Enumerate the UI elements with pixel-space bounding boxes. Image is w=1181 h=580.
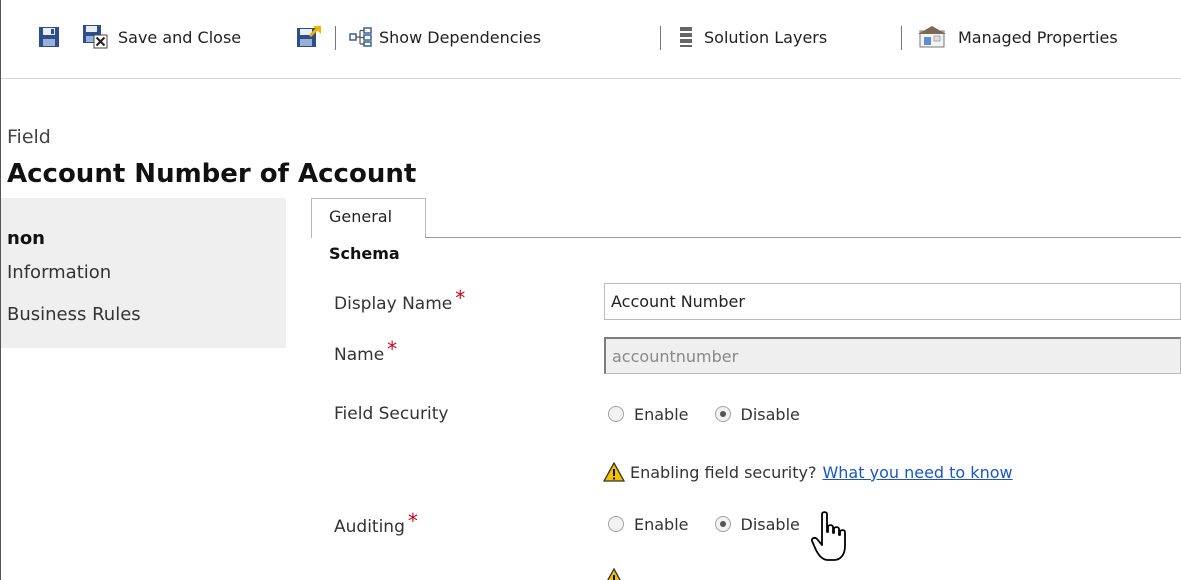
field-security-warning: Enabling field security? What you need t… — [603, 460, 1013, 484]
managed-properties-label: Managed Properties — [958, 27, 1118, 47]
show-dependencies-label: Show Dependencies — [379, 27, 542, 47]
tab-general-label: General — [329, 207, 393, 226]
nav-item-business-rules[interactable]: Business Rules — [7, 304, 141, 325]
auditing-label-text: Auditing — [334, 517, 405, 537]
left-navigation: non Information Business Rules — [1, 198, 286, 348]
save-and-close-button[interactable]: Save and Close — [82, 24, 241, 50]
dependencies-icon — [349, 27, 372, 47]
toolbar-separator — [335, 26, 336, 50]
nav-item-information[interactable]: Information — [7, 262, 111, 283]
entity-type-label: Field — [7, 126, 51, 148]
field-security-disable-radio[interactable] — [714, 406, 731, 422]
section-title: Schema — [329, 244, 400, 263]
what-you-need-to-know-link[interactable]: What you need to know — [822, 463, 1012, 482]
name-input[interactable] — [604, 337, 1181, 374]
auditing-warning-partial — [603, 568, 625, 580]
tab-underline — [425, 237, 1181, 238]
save-and-close-label: Save and Close — [118, 27, 242, 47]
display-name-input[interactable] — [604, 283, 1181, 320]
required-indicator: * — [407, 509, 418, 533]
auditing-enable-radio[interactable] — [608, 516, 624, 532]
display-name-label: Display Name * — [334, 286, 465, 314]
name-label-text: Name — [334, 345, 385, 365]
window-left-border — [0, 0, 1, 580]
managed-properties-icon — [918, 26, 946, 48]
solution-layers-icon — [680, 27, 692, 47]
field-security-enable-radio[interactable] — [608, 406, 624, 422]
name-label: Name * — [334, 337, 397, 365]
nav-item-common[interactable]: non — [7, 228, 45, 249]
auditing-enable-label[interactable]: Enable — [634, 515, 689, 534]
save-icon — [39, 27, 59, 47]
auditing-label: Auditing * — [334, 509, 418, 537]
page-title: Account Number of Account — [7, 159, 417, 189]
save-button[interactable] — [38, 24, 60, 50]
field-security-enable-label[interactable]: Enable — [634, 405, 689, 424]
display-name-label-text: Display Name — [334, 294, 453, 314]
managed-properties-button[interactable]: Managed Properties — [918, 24, 1118, 50]
solution-layers-button[interactable]: Solution Layers — [679, 24, 827, 50]
required-indicator: * — [455, 286, 466, 310]
save-and-close-icon — [83, 25, 108, 49]
save-and-publish-icon — [297, 26, 321, 47]
auditing-disable-label[interactable]: Disable — [741, 515, 800, 534]
warning-icon — [603, 462, 625, 482]
field-security-label: Field Security — [334, 404, 449, 424]
show-dependencies-button[interactable]: Show Dependencies — [349, 24, 541, 50]
warning-icon — [607, 568, 621, 580]
warning-text: Enabling field security? — [630, 462, 817, 482]
radio-selected-dot — [719, 411, 726, 417]
save-and-publish-button[interactable] — [296, 24, 322, 50]
command-bar: Save and Close Show Dependencies Solutio… — [0, 0, 1181, 79]
field-security-radio-group: Enable Disable — [608, 402, 826, 426]
field-security-disable-label[interactable]: Disable — [741, 405, 800, 424]
toolbar-separator — [901, 26, 902, 50]
hand-cursor-icon — [810, 511, 846, 561]
auditing-disable-radio[interactable] — [714, 516, 731, 532]
solution-layers-label: Solution Layers — [704, 27, 828, 47]
required-indicator: * — [387, 337, 398, 361]
radio-selected-dot — [719, 521, 726, 527]
toolbar-separator — [660, 26, 661, 50]
auditing-radio-group: Enable Disable — [608, 512, 826, 536]
tab-general[interactable]: General — [311, 198, 426, 238]
